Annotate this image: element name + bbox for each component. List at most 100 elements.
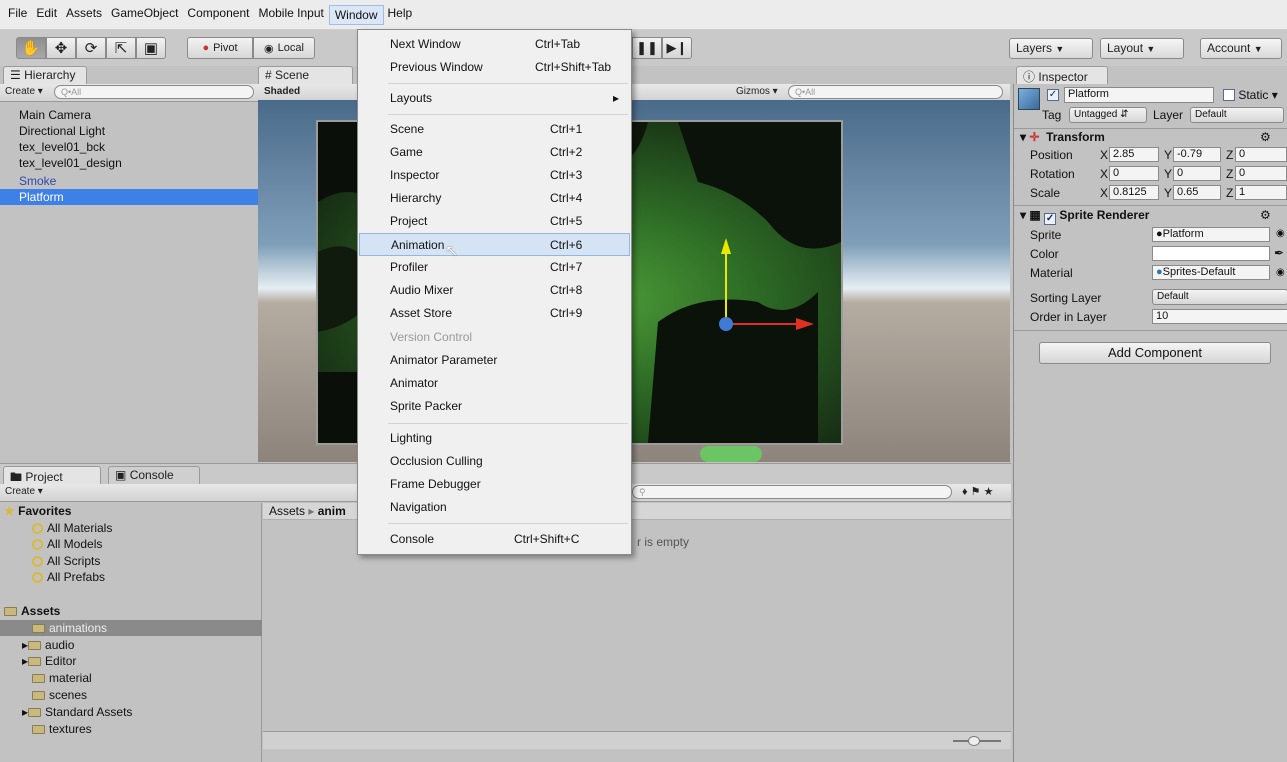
component-settings-icon[interactable]: ⚙ bbox=[1260, 130, 1271, 144]
project-create-dropdown[interactable]: Create ▾ bbox=[5, 486, 43, 497]
layers-dropdown[interactable]: Layers ▼ bbox=[1009, 38, 1093, 59]
menu-item-audio-mixer[interactable]: Audio Mixer Ctrl+8 bbox=[359, 279, 630, 302]
hierarchy-item-tex-level01-design[interactable]: tex_level01_design bbox=[0, 155, 258, 171]
hand-tool-icon[interactable]: ✋ bbox=[16, 37, 46, 59]
menu-item-layouts[interactable]: Layouts ▸ bbox=[359, 87, 630, 110]
rotation-y-field[interactable]: 0 bbox=[1173, 166, 1221, 181]
favorite-item[interactable]: All Materials bbox=[32, 520, 112, 536]
tab-project[interactable]: 🖿 Project bbox=[3, 466, 101, 484]
favorite-item[interactable]: All Scripts bbox=[32, 553, 100, 569]
position-x-field[interactable]: 2.85 bbox=[1109, 147, 1159, 162]
menu-item-console[interactable]: Console Ctrl+Shift+C bbox=[359, 528, 630, 551]
step-button-icon[interactable]: ▶❙ bbox=[662, 37, 692, 59]
object-picker-icon[interactable]: ◉ bbox=[1276, 228, 1285, 239]
menu-item-inspector[interactable]: Inspector Ctrl+3 bbox=[359, 164, 630, 187]
active-checkbox[interactable]: ✓ bbox=[1047, 89, 1059, 101]
move-tool-icon[interactable]: ✥ bbox=[46, 37, 76, 59]
hierarchy-item-directional-light[interactable]: Directional Light bbox=[0, 123, 258, 139]
add-component-button[interactable]: Add Component bbox=[1039, 342, 1271, 364]
layout-dropdown[interactable]: Layout ▼ bbox=[1100, 38, 1184, 59]
hierarchy-item-tex-level01-bck[interactable]: tex_level01_bck bbox=[0, 139, 258, 155]
tab-inspector[interactable]: ⓘ Inspector bbox=[1016, 66, 1108, 84]
position-y-field[interactable]: -0.79 bbox=[1173, 147, 1221, 162]
object-name-field[interactable]: Platform bbox=[1064, 87, 1214, 103]
asset-folder-animations[interactable]: animations bbox=[0, 620, 262, 636]
pause-button-icon[interactable]: ❚❚ bbox=[632, 37, 662, 59]
tab-scene[interactable]: # Scene bbox=[258, 66, 353, 84]
rotation-z-field[interactable]: 0 bbox=[1235, 166, 1287, 181]
hierarchy-item-main-camera[interactable]: Main Camera bbox=[0, 107, 258, 123]
asset-folder-material[interactable]: material bbox=[32, 670, 92, 686]
asset-folder-editor[interactable]: ▸ Editor bbox=[22, 653, 76, 669]
menu-item-next-window[interactable]: Next Window Ctrl+Tab bbox=[359, 33, 630, 56]
scale-tool-icon[interactable]: ⇱ bbox=[106, 37, 136, 59]
account-dropdown[interactable]: Account ▼ bbox=[1200, 38, 1282, 59]
asset-folder-scenes[interactable]: scenes bbox=[32, 687, 87, 703]
material-field[interactable]: ●Sprites-Default bbox=[1152, 265, 1270, 280]
hierarchy-search-input[interactable]: Q•All bbox=[54, 85, 254, 99]
menu-help[interactable]: Help bbox=[384, 0, 418, 24]
asset-folder-textures[interactable]: textures bbox=[32, 721, 92, 737]
filter-icons[interactable]: ♦ ⚑ ★ bbox=[962, 485, 993, 498]
shading-mode-dropdown[interactable]: Shaded bbox=[264, 86, 300, 97]
menu-item-lighting[interactable]: Lighting bbox=[359, 427, 630, 450]
menu-item-asset-store[interactable]: Asset Store Ctrl+9 bbox=[359, 302, 630, 325]
scene-search-input[interactable]: Q•All bbox=[788, 85, 1003, 99]
menu-file[interactable]: File bbox=[4, 0, 32, 24]
object-picker-icon[interactable]: ◉ bbox=[1276, 267, 1285, 278]
sprite-field[interactable]: ●Platform bbox=[1152, 227, 1270, 242]
menu-item-occlusion-culling[interactable]: Occlusion Culling bbox=[359, 450, 630, 473]
favorite-item[interactable]: All Models bbox=[32, 536, 102, 552]
hierarchy-item-smoke[interactable]: Smoke bbox=[0, 173, 258, 189]
eyedropper-icon[interactable]: ✒ bbox=[1274, 246, 1284, 260]
menu-edit[interactable]: Edit bbox=[32, 0, 62, 24]
menu-item-frame-debugger[interactable]: Frame Debugger bbox=[359, 473, 630, 496]
order-in-layer-field[interactable]: 10 bbox=[1152, 309, 1287, 324]
menu-gameobject[interactable]: GameObject bbox=[107, 0, 183, 24]
hierarchy-item-platform[interactable]: Platform bbox=[0, 189, 258, 205]
gizmos-dropdown[interactable]: Gizmos ▾ bbox=[736, 86, 778, 97]
menu-window[interactable]: Window bbox=[328, 5, 384, 25]
menu-item-sprite-packer[interactable]: Sprite Packer bbox=[359, 395, 630, 418]
menu-item-animator[interactable]: Animator bbox=[359, 372, 630, 395]
asset-folder-standard-assets[interactable]: ▸ Standard Assets bbox=[22, 704, 132, 720]
menu-item-profiler[interactable]: Profiler Ctrl+7 bbox=[359, 256, 630, 279]
menu-item-scene[interactable]: Scene Ctrl+1 bbox=[359, 118, 630, 141]
menu-item-navigation[interactable]: Navigation bbox=[359, 496, 630, 519]
breadcrumb-assets[interactable]: Assets bbox=[269, 504, 305, 518]
tab-hierarchy[interactable]: ☰ Hierarchy bbox=[3, 66, 87, 84]
scale-x-field[interactable]: 0.8125 bbox=[1109, 185, 1159, 200]
asset-folder-audio[interactable]: ▸ audio bbox=[22, 637, 74, 653]
scale-y-field[interactable]: 0.65 bbox=[1173, 185, 1221, 200]
tag-dropdown[interactable]: Untagged ⇵ bbox=[1069, 107, 1147, 123]
transform-header[interactable]: ▾ ✛ Transform bbox=[1020, 130, 1105, 144]
favorites-header[interactable]: ★ Favorites bbox=[4, 503, 71, 519]
menu-item-project[interactable]: Project Ctrl+5 bbox=[359, 210, 630, 233]
menu-mobile-input[interactable]: Mobile Input bbox=[254, 0, 328, 24]
menu-item-game[interactable]: Game Ctrl+2 bbox=[359, 141, 630, 164]
menu-item-hierarchy[interactable]: Hierarchy Ctrl+4 bbox=[359, 187, 630, 210]
sorting-layer-dropdown[interactable]: Default bbox=[1152, 289, 1287, 305]
position-z-field[interactable]: 0 bbox=[1235, 147, 1287, 162]
color-swatch[interactable] bbox=[1152, 246, 1270, 261]
local-toggle[interactable]: ◉ Local bbox=[253, 37, 315, 59]
scale-z-field[interactable]: 1 bbox=[1235, 185, 1287, 200]
static-toggle[interactable]: Static ▾ bbox=[1223, 88, 1278, 102]
component-settings-icon[interactable]: ⚙ bbox=[1260, 208, 1271, 222]
menu-assets[interactable]: Assets bbox=[62, 0, 107, 24]
rotate-tool-icon[interactable]: ⟳ bbox=[76, 37, 106, 59]
breadcrumb-current[interactable]: anim bbox=[318, 504, 346, 518]
menu-item-animator-parameter[interactable]: Animator Parameter bbox=[359, 349, 630, 372]
menu-component[interactable]: Component bbox=[183, 0, 254, 24]
zoom-slider-handle[interactable] bbox=[968, 736, 980, 746]
layer-dropdown[interactable]: Default bbox=[1190, 107, 1284, 123]
project-search-input[interactable]: ⚲ bbox=[632, 485, 952, 499]
assets-header[interactable]: Assets bbox=[4, 603, 60, 619]
rotation-x-field[interactable]: 0 bbox=[1109, 166, 1159, 181]
pivot-toggle[interactable]: ● Pivot bbox=[187, 37, 253, 59]
menu-item-previous-window[interactable]: Previous Window Ctrl+Shift+Tab bbox=[359, 56, 630, 79]
menu-item-animation[interactable]: Animation Ctrl+6 bbox=[359, 233, 630, 256]
tab-console[interactable]: ▣ Console bbox=[108, 466, 200, 484]
rect-tool-icon[interactable]: ▣ bbox=[136, 37, 166, 59]
hierarchy-create-dropdown[interactable]: Create ▾ bbox=[5, 86, 43, 97]
